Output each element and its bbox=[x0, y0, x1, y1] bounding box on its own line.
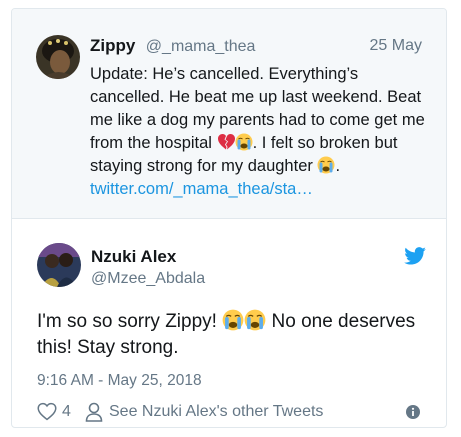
quoted-text-part: . bbox=[335, 157, 341, 175]
avatar[interactable] bbox=[37, 243, 81, 287]
tweet-text: I'm so so sorry Zippy! No one deserves t… bbox=[37, 309, 432, 361]
tweet-text-part: I'm so so sorry Zippy! bbox=[37, 311, 223, 332]
person-icon[interactable] bbox=[85, 402, 103, 422]
loudly-crying-face-icon bbox=[317, 156, 335, 174]
twitter-bird-icon[interactable] bbox=[404, 247, 426, 265]
quoted-tweet-header: Zippy @_mama_thea 25 May bbox=[90, 36, 422, 58]
avatar[interactable] bbox=[36, 35, 80, 79]
loudly-crying-face-icon bbox=[244, 309, 266, 331]
quoted-author-name[interactable]: Zippy bbox=[90, 36, 135, 55]
author-handle[interactable]: @Mzee_Abdala bbox=[91, 270, 205, 288]
timestamp[interactable]: 9:16 AM - May 25, 2018 bbox=[37, 372, 202, 390]
quoted-author-handle[interactable]: @_mama_thea bbox=[146, 38, 256, 55]
like-count[interactable]: 4 bbox=[62, 403, 71, 421]
tweet-actions: 4 See Nzuki Alex's other Tweets bbox=[37, 401, 422, 423]
author-name[interactable]: Nzuki Alex bbox=[91, 247, 176, 267]
embedded-tweet-card: Zippy @_mama_thea 25 May Update: He’s ca… bbox=[11, 8, 447, 428]
loudly-crying-face-icon bbox=[222, 309, 244, 331]
quoted-date[interactable]: 25 May bbox=[370, 37, 422, 55]
loudly-crying-face-icon bbox=[235, 133, 253, 151]
quoted-tweet[interactable]: Zippy @_mama_thea 25 May Update: He’s ca… bbox=[12, 9, 446, 219]
see-other-tweets-link[interactable]: See Nzuki Alex's other Tweets bbox=[109, 403, 323, 421]
broken-heart-icon bbox=[217, 134, 235, 150]
like-heart-icon[interactable] bbox=[37, 402, 57, 421]
quoted-tweet-text: Update: He’s cancelled. Everything’s can… bbox=[90, 63, 430, 201]
quoted-tweet-link[interactable]: twitter.com/_mama_thea/sta… bbox=[90, 180, 313, 198]
info-icon[interactable] bbox=[406, 405, 420, 419]
